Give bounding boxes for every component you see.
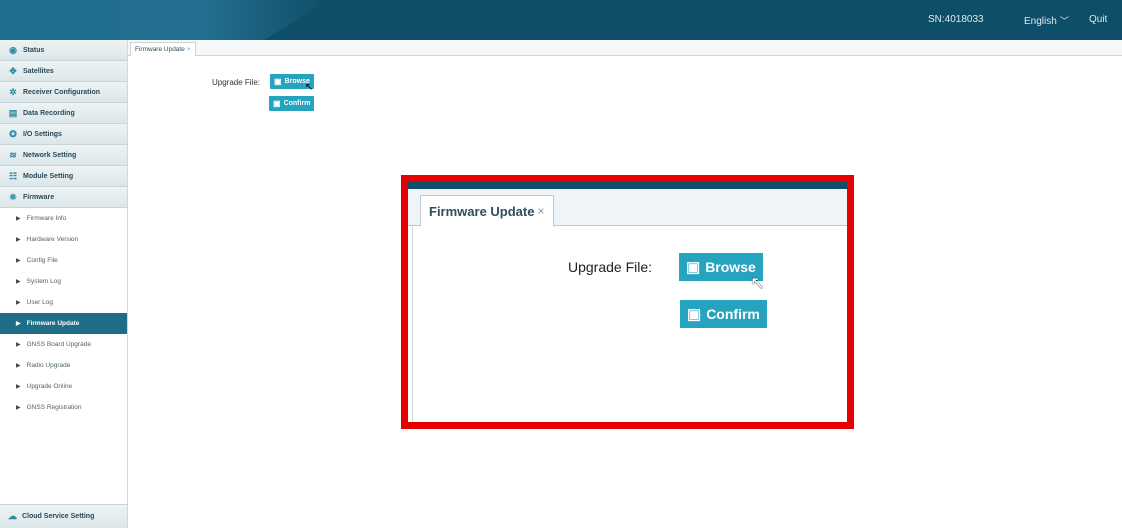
zoomed-tab-bar: Firmware Update × (408, 189, 847, 227)
sidebar-item-label: I/O Settings (23, 130, 62, 138)
sidebar-subitem-label: Upgrade Online (26, 383, 73, 390)
close-icon[interactable]: × (187, 46, 191, 53)
sidebar-item-label: Status (23, 46, 45, 54)
sidebar-subitem-upgrade-online[interactable]: ▶ Upgrade Online (0, 376, 127, 397)
language-label: English (1024, 16, 1057, 27)
cloud-icon: ☁ (8, 511, 17, 521)
sidebar-subitem-radio-upgrade[interactable]: ▶ Radio Upgrade (0, 355, 127, 376)
chevron-down-icon: ﹀ (1059, 16, 1069, 26)
caret-right-icon: ▶ (16, 405, 21, 411)
caret-right-icon: ▶ (16, 258, 21, 264)
sidebar-subitem-firmware-info[interactable]: ▶ Firmware Info (0, 208, 127, 229)
sidebar-subitem-label: System Log (26, 278, 61, 285)
sidebar-subitem-label: Firmware Update (26, 320, 80, 327)
sidebar-item-network-setting[interactable]: ≋ Network Setting (0, 145, 127, 166)
sidebar-item-module-setting[interactable]: ☷ Module Setting (0, 166, 127, 187)
sidebar: ◉ Status ✥ Satellites ✲ Receiver Configurat… (0, 40, 128, 528)
sidebar-item-label: Module Setting (23, 172, 74, 180)
sidebar-subitem-label: Hardware Version (26, 236, 79, 243)
sidebar-subitem-system-log[interactable]: ▶ System Log (0, 271, 127, 292)
zoomed-confirm-button[interactable]: ▣ Confirm (680, 300, 767, 328)
wifi-icon: ≋ (9, 149, 17, 160)
sidebar-subitem-gnss-registration[interactable]: ▶ GNSS Registration (0, 397, 127, 418)
caret-right-icon: ▶ (16, 363, 21, 369)
sidebar-subitem-user-log[interactable]: ▶ User Log (0, 292, 127, 313)
sidebar-subitem-hardware-version[interactable]: ▶ Hardware Version (0, 229, 127, 250)
tab-bar: Firmware Update × (128, 40, 1122, 56)
sidebar-item-status[interactable]: ◉ Status (0, 40, 127, 61)
tab-firmware-update[interactable]: Firmware Update × (130, 42, 196, 56)
zoomed-confirm-label: Confirm (706, 306, 760, 322)
sidebar-item-label: Firmware (23, 193, 55, 201)
caret-right-icon: ▶ (16, 279, 21, 285)
zoomed-browse-label: Browse (705, 259, 756, 275)
file-icon: ▣ (687, 306, 702, 323)
zoomed-callout: Firmware Update × Upgrade File: ▣ Browse ↖… (401, 175, 854, 429)
sidebar-subitem-label: Firmware Info (26, 215, 67, 222)
sidebar-item-label: Data Recording (23, 109, 75, 117)
serial-number: SN:4018033 (928, 14, 984, 25)
header-decoration (0, 0, 330, 40)
sidebar-item-data-recording[interactable]: ▤ Data Recording (0, 103, 127, 124)
sidebar-subitem-config-file[interactable]: ▶ Config File (0, 250, 127, 271)
sidebar-subitem-label: GNSS Registration (26, 404, 82, 411)
sidebar-subitem-firmware-update[interactable]: ▶ Firmware Update (0, 313, 127, 334)
recording-icon: ▤ (8, 107, 18, 118)
sidebar-subitem-label: Radio Upgrade (26, 362, 71, 369)
caret-right-icon: ▶ (16, 342, 21, 348)
sidebar-subitem-gnss-board-upgrade[interactable]: ▶ GNSS Board Upgrade (0, 334, 127, 355)
module-icon: ☷ (8, 170, 18, 181)
satellite-icon: ✥ (9, 65, 17, 76)
sidebar-item-label: Receiver Configuration (23, 88, 101, 96)
sidebar-item-cloud-service-setting[interactable]: ☁ Cloud Service Setting (0, 504, 127, 528)
tab-label: Firmware Update (135, 46, 185, 53)
language-selector[interactable]: English ﹀ (1024, 14, 1069, 27)
zoomed-panel-border (412, 225, 413, 422)
caret-right-icon: ▶ (16, 237, 21, 243)
firmware-icon: ⛯ (9, 191, 17, 202)
confirm-button[interactable]: ▣ Confirm (269, 96, 315, 111)
sidebar-subitem-label: User Log (26, 299, 53, 306)
sidebar-item-receiver-configuration[interactable]: ✲ Receiver Configuration (0, 82, 127, 103)
sidebar-item-label: Network Setting (23, 151, 77, 159)
header-strip (408, 182, 847, 189)
sidebar-item-satellites[interactable]: ✥ Satellites (0, 61, 127, 82)
sidebar-item-io-settings[interactable]: ✪ I/O Settings (0, 124, 127, 145)
sidebar-item-firmware[interactable]: ⛯ Firmware (0, 187, 127, 208)
mouse-cursor-icon: ↖ (750, 273, 766, 293)
close-icon[interactable]: × (537, 204, 544, 218)
configuration-icon: ✲ (9, 86, 17, 97)
mouse-cursor-icon: ↖ (305, 82, 314, 93)
caret-right-icon: ▶ (16, 216, 21, 222)
caret-right-icon: ▶ (16, 321, 21, 327)
sidebar-item-label: Cloud Service Setting (22, 513, 95, 520)
sidebar-subitem-label: Config File (26, 257, 58, 264)
caret-right-icon: ▶ (16, 384, 21, 390)
file-icon: ▣ (273, 99, 281, 108)
zoomed-upgrade-file-label: Upgrade File: (568, 259, 653, 275)
eye-icon: ◉ (9, 44, 17, 55)
zoomed-tab-label: Firmware Update (429, 203, 535, 219)
file-icon: ▣ (274, 77, 282, 86)
file-icon: ▣ (686, 259, 701, 276)
sidebar-subitem-label: GNSS Board Upgrade (26, 341, 91, 348)
quit-link[interactable]: Quit (1089, 14, 1107, 25)
top-bar: SN:4018033 English ﹀ Quit (0, 0, 1122, 40)
confirm-label: Confirm (283, 100, 311, 107)
caret-right-icon: ▶ (16, 300, 21, 306)
zoomed-tab-firmware-update[interactable]: Firmware Update × (420, 195, 554, 227)
sidebar-item-label: Satellites (23, 67, 54, 75)
upgrade-file-label: Upgrade File: (212, 78, 261, 87)
io-icon: ✪ (9, 128, 17, 139)
